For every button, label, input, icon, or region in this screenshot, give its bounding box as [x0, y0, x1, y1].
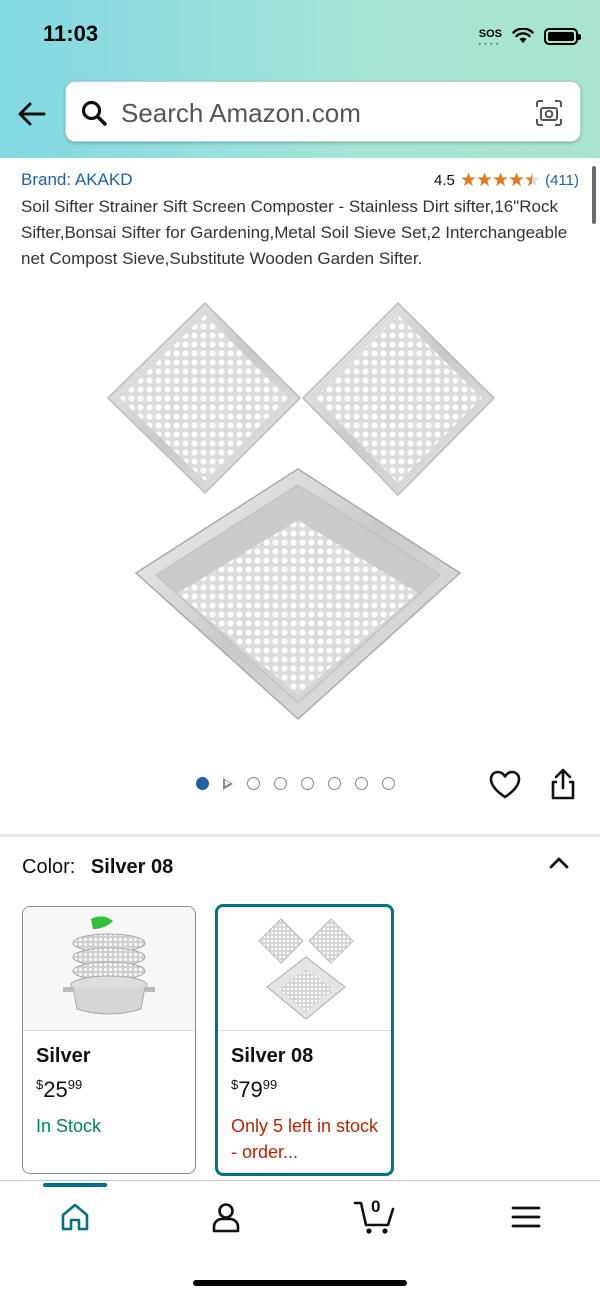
scrollbar [592, 166, 596, 224]
stock-status: Only 5 left in stock - order... [231, 1116, 379, 1162]
carousel-dot[interactable] [355, 777, 368, 790]
chevron-up-icon[interactable] [546, 852, 572, 874]
rating-count: (411) [545, 172, 579, 189]
search-icon [81, 100, 107, 126]
color-selected-value: Silver 08 [90, 856, 174, 878]
image-carousel-indicator[interactable] [196, 777, 395, 790]
bottom-nav: 0 [0, 1180, 600, 1299]
account-icon[interactable] [208, 1199, 244, 1235]
status-time: 11:03 [43, 21, 99, 46]
search-placeholder: Search Amazon.com [121, 98, 361, 128]
rating-value: 4.5 [434, 172, 455, 189]
swatch-image [23, 907, 195, 1031]
battery-icon [544, 27, 581, 45]
stacked-sieve-image [63, 916, 155, 1015]
carousel-dot[interactable] [328, 777, 341, 790]
color-option-silver-08[interactable]: Silver 08 $7999 Only 5 left in stock - o… [215, 904, 394, 1176]
share-icon[interactable] [546, 766, 580, 802]
home-icon[interactable] [57, 1199, 93, 1235]
wifi-icon [512, 28, 534, 43]
status-icons: SOS • • • • [478, 24, 581, 49]
carousel-dot[interactable] [196, 777, 209, 790]
carousel-dot[interactable] [274, 777, 287, 790]
rating[interactable]: 4.5 ★★★★★★ (411) [434, 169, 579, 192]
nav-active-indicator [43, 1183, 107, 1187]
sos-indicator: SOS • • • • [478, 28, 502, 49]
color-label: Color: [22, 856, 76, 878]
sieve-plate-left [106, 301, 302, 495]
heart-icon[interactable] [488, 768, 522, 802]
brand-link[interactable]: Brand: AKAKD [21, 170, 133, 190]
cart-icon[interactable]: 0 [352, 1195, 398, 1237]
product-title: Soil Sifter Strainer Sift Screen Compost… [21, 197, 568, 268]
swatch-name: Silver 08 [231, 1045, 314, 1067]
swatch-price: $2599 [36, 1077, 83, 1102]
sieve-set-image [258, 918, 354, 1020]
video-play-icon[interactable] [223, 777, 233, 790]
camera-search-icon[interactable] [534, 98, 564, 128]
swatch-name: Silver [36, 1045, 91, 1067]
menu-icon[interactable] [508, 1199, 544, 1235]
header: 11:03 SOS • • • • Search Amazon.com [0, 0, 600, 158]
home-indicator [193, 1280, 407, 1286]
swatch-price: $7999 [231, 1077, 278, 1102]
product-image[interactable] [100, 295, 500, 735]
section-divider [0, 834, 600, 837]
back-arrow-icon[interactable] [14, 96, 50, 132]
carousel-dot[interactable] [301, 777, 314, 790]
color-option-silver[interactable]: Silver $2599 In Stock [22, 906, 196, 1174]
carousel-dot[interactable] [382, 777, 395, 790]
cart-count: 0 [371, 1197, 381, 1216]
stock-status: In Stock [36, 1116, 102, 1136]
color-selector-header[interactable]: Color: Silver 08 [22, 856, 173, 879]
carousel-dot[interactable] [247, 777, 260, 790]
sieve-tray [134, 468, 462, 721]
star-rating-icon: ★★★★★★ [459, 170, 541, 191]
swatch-image [218, 907, 391, 1031]
search-input[interactable]: Search Amazon.com [65, 81, 581, 142]
sieve-plate-right [301, 301, 496, 497]
